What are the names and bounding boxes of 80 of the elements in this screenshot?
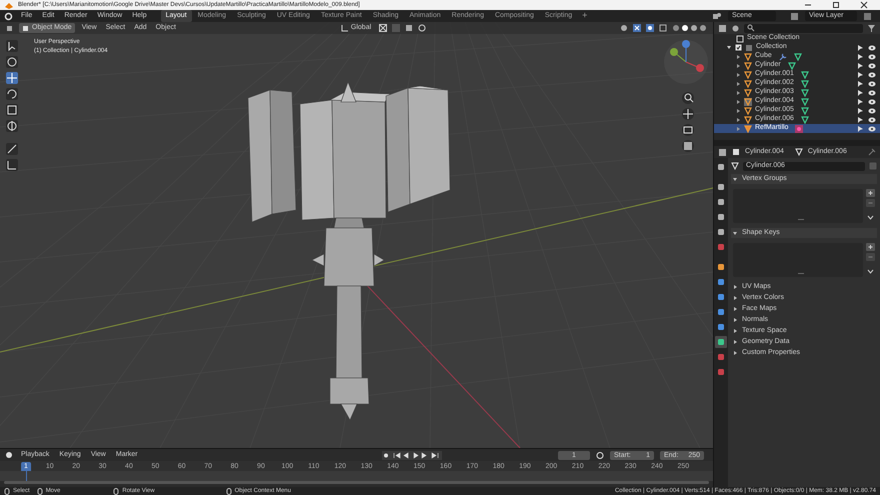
blender-menu-icon[interactable] [4, 12, 13, 20]
close-icon[interactable] [860, 1, 868, 9]
editor-type-icon[interactable] [718, 148, 727, 156]
editor-type-icon[interactable] [718, 24, 727, 32]
tool-icon[interactable] [6, 159, 18, 171]
scene-icon[interactable] [712, 12, 722, 20]
add-workspace-button[interactable]: + [578, 9, 592, 23]
collapse-arrow-icon[interactable] [726, 44, 732, 50]
gizmo-toggle-icon[interactable] [633, 24, 641, 32]
properties-tab-icon[interactable] [715, 336, 727, 348]
xray-icon[interactable] [659, 24, 667, 32]
properties-tab-icon[interactable] [715, 196, 727, 208]
eye-icon[interactable] [868, 124, 876, 132]
properties-tab-icon[interactable] [715, 276, 727, 288]
camera-icon[interactable] [682, 124, 694, 136]
clock-icon[interactable] [5, 451, 13, 459]
tool-icon[interactable] [6, 143, 18, 155]
properties-tab-icon[interactable] [715, 351, 727, 363]
expand-arrow-icon [733, 284, 738, 290]
add-icon[interactable] [866, 189, 875, 197]
mouse-icon [4, 488, 10, 494]
expand-arrow-icon [733, 306, 738, 312]
cube-icon [22, 24, 29, 32]
object-icon [732, 148, 740, 156]
expand-arrow-icon [733, 296, 738, 300]
proportional-edit-icon[interactable] [418, 24, 426, 32]
search-field[interactable] [744, 24, 863, 32]
eye-icon[interactable] [868, 98, 876, 106]
expand-arrow-icon [733, 350, 738, 356]
eye-icon[interactable] [868, 44, 876, 52]
properties-tab-icon[interactable] [715, 366, 727, 378]
properties-tab-icon[interactable] [715, 291, 727, 303]
checkbox-icon[interactable] [735, 44, 742, 51]
expand-arrow-icon [733, 340, 738, 344]
tool-icon[interactable] [6, 56, 18, 68]
eye-icon[interactable] [868, 80, 876, 88]
collapse-arrow-icon [733, 176, 738, 182]
axes-icon [340, 24, 349, 32]
tool-icon[interactable] [6, 104, 18, 116]
pin-icon[interactable] [867, 148, 876, 156]
properties-tab-icon[interactable] [715, 211, 727, 223]
mouse-icon [226, 488, 232, 494]
maximize-icon[interactable] [832, 1, 840, 9]
add-icon[interactable] [866, 243, 875, 251]
collapse-arrow-icon [733, 230, 738, 236]
wrench-icon[interactable] [778, 52, 787, 60]
expand-arrow-icon [733, 328, 738, 334]
mesh-data-icon[interactable] [731, 162, 739, 170]
properties-tab-icon[interactable] [715, 321, 727, 333]
navigation-gizmo-icon[interactable] [662, 38, 710, 86]
eye-icon[interactable] [868, 106, 876, 114]
properties-tab-icon[interactable] [715, 241, 727, 253]
properties-tab-icon[interactable] [715, 181, 727, 193]
eye-icon[interactable] [868, 70, 876, 78]
mesh-data-icon [794, 148, 803, 156]
expand-arrow-icon [733, 318, 738, 322]
tool-icon[interactable] [6, 120, 18, 132]
editor-type-icon[interactable] [6, 24, 14, 32]
mouse-icon [113, 488, 120, 494]
specials-menu-icon[interactable] [866, 213, 875, 221]
tool-icon[interactable] [6, 40, 18, 52]
eye-icon[interactable] [868, 62, 876, 70]
pivot-icon[interactable] [379, 24, 388, 32]
search-icon [747, 24, 755, 32]
playback-controls-icon[interactable] [382, 450, 442, 460]
overlay-toggle-icon[interactable] [646, 24, 654, 32]
mouse-icon [36, 488, 43, 494]
specials-menu-icon[interactable] [866, 267, 875, 275]
eye-icon[interactable] [868, 116, 876, 124]
properties-tab-icon[interactable] [715, 306, 727, 318]
stopwatch-icon[interactable] [596, 450, 604, 460]
eye-icon[interactable] [868, 88, 876, 96]
pan-icon[interactable] [682, 108, 694, 120]
tool-icon[interactable] [6, 88, 18, 100]
eye-icon[interactable] [868, 52, 876, 60]
properties-tab-icon[interactable] [715, 226, 727, 238]
properties-tab-icon[interactable] [715, 161, 727, 173]
shading-modes-icon[interactable] [672, 24, 707, 32]
zoom-icon[interactable] [682, 92, 694, 104]
properties-tab-icon[interactable] [715, 261, 727, 273]
